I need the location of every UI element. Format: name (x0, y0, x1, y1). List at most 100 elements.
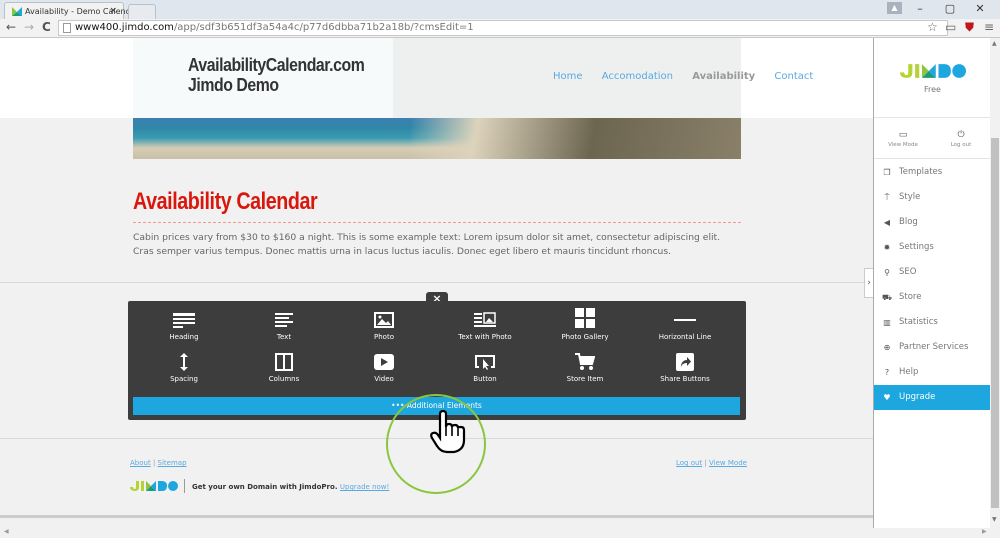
minimize-button[interactable]: – (906, 0, 934, 18)
footer-admin-links: Log out | View Mode (676, 459, 747, 467)
back-icon[interactable]: ← (6, 20, 16, 34)
element-share-buttons[interactable]: Share Buttons (640, 352, 730, 383)
horizontal-scrollbar[interactable]: ◀ ▶ (0, 528, 990, 538)
sidebar-item-help[interactable]: ? Help (874, 360, 991, 385)
jimdo-favicon-icon (12, 7, 22, 16)
view-mode-link[interactable]: View Mode (709, 459, 747, 467)
element-button[interactable]: Button (440, 352, 530, 383)
about-link[interactable]: About (130, 459, 151, 467)
element-label: Share Buttons (660, 375, 710, 383)
search-icon: ⚲ (884, 268, 890, 277)
columns-icon (275, 353, 293, 371)
link-divider: | (152, 459, 156, 467)
element-label: Text (276, 333, 292, 341)
heart-icon: ♥ (883, 393, 891, 402)
sidebar-item-upgrade[interactable]: ♥ Upgrade (874, 385, 991, 410)
nav-accomodation[interactable]: Accomodation (602, 71, 673, 82)
element-columns[interactable]: Columns (239, 352, 329, 383)
share-buttons-icon (676, 353, 694, 371)
gear-icon: ✹ (883, 243, 891, 252)
scroll-up-icon[interactable]: ▲ (992, 40, 997, 47)
element-label: Spacing (170, 375, 198, 383)
close-window-button[interactable]: ✕ (966, 0, 994, 18)
tab-close-icon[interactable]: × (109, 6, 117, 16)
element-spacing[interactable]: Spacing (139, 352, 229, 383)
scroll-right-icon[interactable]: ▶ (982, 528, 987, 535)
element-video[interactable]: Video (339, 352, 429, 383)
link-divider: | (704, 459, 707, 467)
paint-roller-icon: ⍑ (884, 193, 890, 202)
browser-tab[interactable]: Availability - Demo Calenc × (4, 2, 130, 19)
upgrade-now-link[interactable]: Upgrade now! (340, 483, 389, 491)
view-mode-button[interactable]: ▭ View Mode (878, 130, 928, 148)
button-icon (475, 355, 495, 370)
help-icon: ? (884, 368, 890, 377)
promo-message: Get your own Domain with JimdoPro. (192, 483, 338, 491)
scroll-down-icon[interactable]: ▼ (992, 516, 997, 523)
ublock-extension-icon[interactable]: ⛊ (965, 20, 974, 35)
page-heading[interactable]: Availability Calendar (133, 188, 318, 216)
url-host: www400.jimdo.com (75, 22, 174, 33)
nav-availability[interactable]: Availability (692, 71, 755, 82)
sidebar-item-partner-services[interactable]: ⊕ Partner Services (874, 335, 991, 360)
element-label: Heading (169, 333, 199, 341)
element-label: Button (473, 375, 497, 383)
sidebar-item-label: Store (899, 292, 922, 302)
log-out-button[interactable]: ⏻ Log out (936, 130, 986, 148)
sidebar-item-label: Partner Services (899, 342, 969, 352)
sitemap-link[interactable]: Sitemap (158, 459, 187, 467)
sidebar-item-statistics[interactable]: ▥ Statistics (874, 310, 991, 335)
nav-home[interactable]: Home (553, 71, 583, 82)
element-photo-gallery[interactable]: Photo Gallery (540, 308, 630, 341)
element-label: Horizontal Line (658, 333, 712, 341)
element-text-with-photo[interactable]: Text with Photo (440, 310, 530, 341)
sidebar-divider (874, 158, 991, 159)
sidebar-item-label: SEO (899, 267, 917, 277)
maximize-button[interactable]: ▢ (936, 0, 964, 18)
element-label: Photo (374, 333, 394, 341)
text-with-photo-icon (474, 312, 496, 327)
element-label: Photo Gallery (561, 333, 609, 341)
sidebar-item-seo[interactable]: ⚲ SEO (874, 260, 991, 285)
sidebar-item-style[interactable]: ⍑ Style (874, 185, 991, 210)
element-text[interactable]: Text (239, 310, 329, 341)
element-photo[interactable]: Photo (339, 310, 429, 341)
site-title[interactable]: AvailabilityCalendar.com Jimdo Demo (188, 55, 365, 95)
new-tab-button[interactable] (128, 4, 156, 19)
templates-icon: ❐ (883, 168, 891, 177)
vertical-scrollbar[interactable]: ▲ ▼ (990, 38, 1000, 528)
jimdo-footer-logo[interactable] (130, 481, 178, 491)
monitor-icon: ▭ (898, 130, 908, 140)
website-canvas: AvailabilityCalendar.com Jimdo Demo Home… (0, 38, 873, 518)
bookmark-star-icon[interactable]: ☆ (927, 20, 938, 34)
element-horizontal-line[interactable]: Horizontal Line (640, 310, 730, 341)
footer-links: About | Sitemap (130, 459, 187, 467)
element-label: Video (374, 375, 394, 383)
page-bottom-border (0, 515, 873, 518)
sidebar-item-label: Templates (899, 167, 943, 177)
forward-icon[interactable]: → (24, 20, 34, 34)
sidebar-item-settings[interactable]: ✹ Settings (874, 235, 991, 260)
plus-circle-icon: ⊕ (883, 343, 891, 352)
scrollbar-thumb[interactable] (991, 138, 999, 508)
sidebar-item-label: Upgrade (899, 392, 936, 402)
intro-line1: Cabin prices vary from $30 to $160 a nig… (133, 232, 721, 243)
logout-link[interactable]: Log out (676, 459, 702, 467)
element-heading[interactable]: Heading (139, 310, 229, 341)
reload-icon[interactable]: C (42, 20, 51, 34)
nav-contact[interactable]: Contact (774, 71, 813, 82)
url-path: /app/sdf3b651df3a54a4c/p77d6dbba71b2a18b… (173, 22, 474, 33)
scroll-left-icon[interactable]: ◀ (4, 528, 9, 535)
menu-icon[interactable]: ≡ (984, 20, 994, 34)
sidebar-item-blog[interactable]: ◀ Blog (874, 210, 991, 235)
sidebar-item-label: Style (899, 192, 921, 202)
view-mode-label: View Mode (888, 142, 918, 148)
element-store-item[interactable]: Store Item (540, 352, 630, 383)
sidebar-item-templates[interactable]: ❐ Templates (874, 160, 991, 185)
address-bar[interactable]: www400.jimdo.com/app/sdf3b651df3a54a4c/p… (58, 20, 948, 36)
cast-icon[interactable]: ▭ (945, 20, 956, 34)
site-title-line1: AvailabilityCalendar.com (188, 55, 365, 75)
sidebar-item-store[interactable]: ⛟ Store (874, 285, 991, 310)
intro-text[interactable]: Cabin prices vary from $30 to $160 a nig… (133, 231, 743, 259)
profile-icon[interactable]: ▲ (887, 2, 902, 14)
